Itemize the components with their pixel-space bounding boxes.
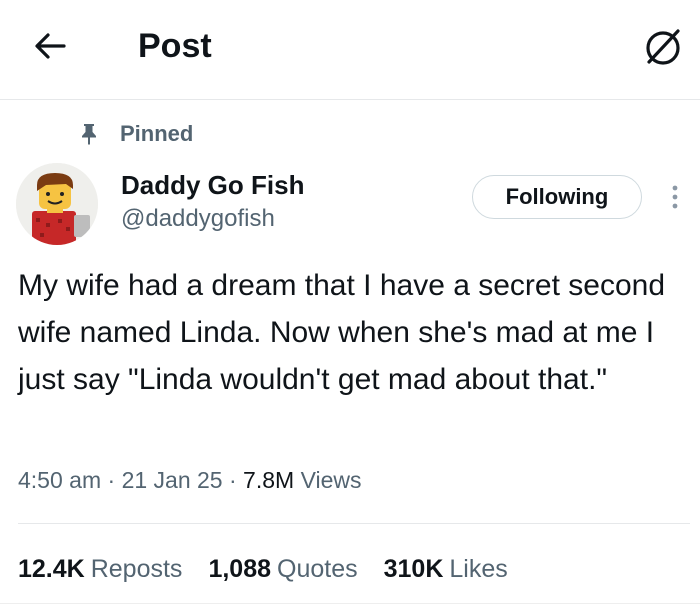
author-handle[interactable]: @daddygofish	[121, 204, 275, 234]
quotes-count: 1,088	[208, 555, 271, 583]
post-time[interactable]: 4:50 am	[18, 467, 101, 493]
lego-minifigure-avatar	[16, 163, 98, 245]
pinned-label: Pinned	[120, 121, 194, 146]
bottom-divider	[0, 603, 700, 604]
more-vertical-icon	[672, 185, 678, 209]
following-button[interactable]: Following	[472, 175, 642, 219]
reposts-label: Reposts	[90, 555, 183, 583]
post-text: My wife had a dream that I have a secret…	[18, 269, 666, 396]
post-metadata: 4:50 am · 21 Jan 25 · 7.8M Views	[18, 465, 362, 495]
meta-separator: ·	[107, 467, 116, 493]
grok-button[interactable]	[640, 24, 686, 70]
more-options-button[interactable]	[660, 178, 690, 218]
engagement-stats: 12.4K Reposts 1,088 Quotes 310K Likes	[18, 553, 534, 585]
divider	[18, 523, 690, 524]
likes-stat[interactable]: 310K Likes	[384, 553, 508, 585]
back-button[interactable]	[30, 28, 70, 64]
views-count: 7.8M	[243, 467, 295, 493]
arrow-left-icon	[35, 33, 66, 59]
likes-count: 310K	[383, 555, 444, 583]
quotes-label: Quotes	[277, 555, 358, 583]
author-name[interactable]: Daddy Go Fish	[121, 170, 304, 200]
pin-icon	[82, 124, 96, 145]
top-bar: Post	[0, 0, 700, 100]
likes-label: Likes	[449, 555, 508, 583]
avatar[interactable]	[16, 163, 98, 245]
grok-slash-circle-icon	[646, 29, 680, 65]
views-label: Views	[300, 467, 362, 493]
reposts-count: 12.4K	[18, 555, 85, 583]
quotes-stat[interactable]: 1,088 Quotes	[208, 553, 357, 585]
pinned-indicator: Pinned	[80, 118, 193, 150]
page-title: Post	[138, 27, 212, 65]
meta-separator: ·	[228, 467, 237, 493]
reposts-stat[interactable]: 12.4K Reposts	[18, 553, 182, 585]
post-date[interactable]: 21 Jan 25	[122, 467, 223, 493]
